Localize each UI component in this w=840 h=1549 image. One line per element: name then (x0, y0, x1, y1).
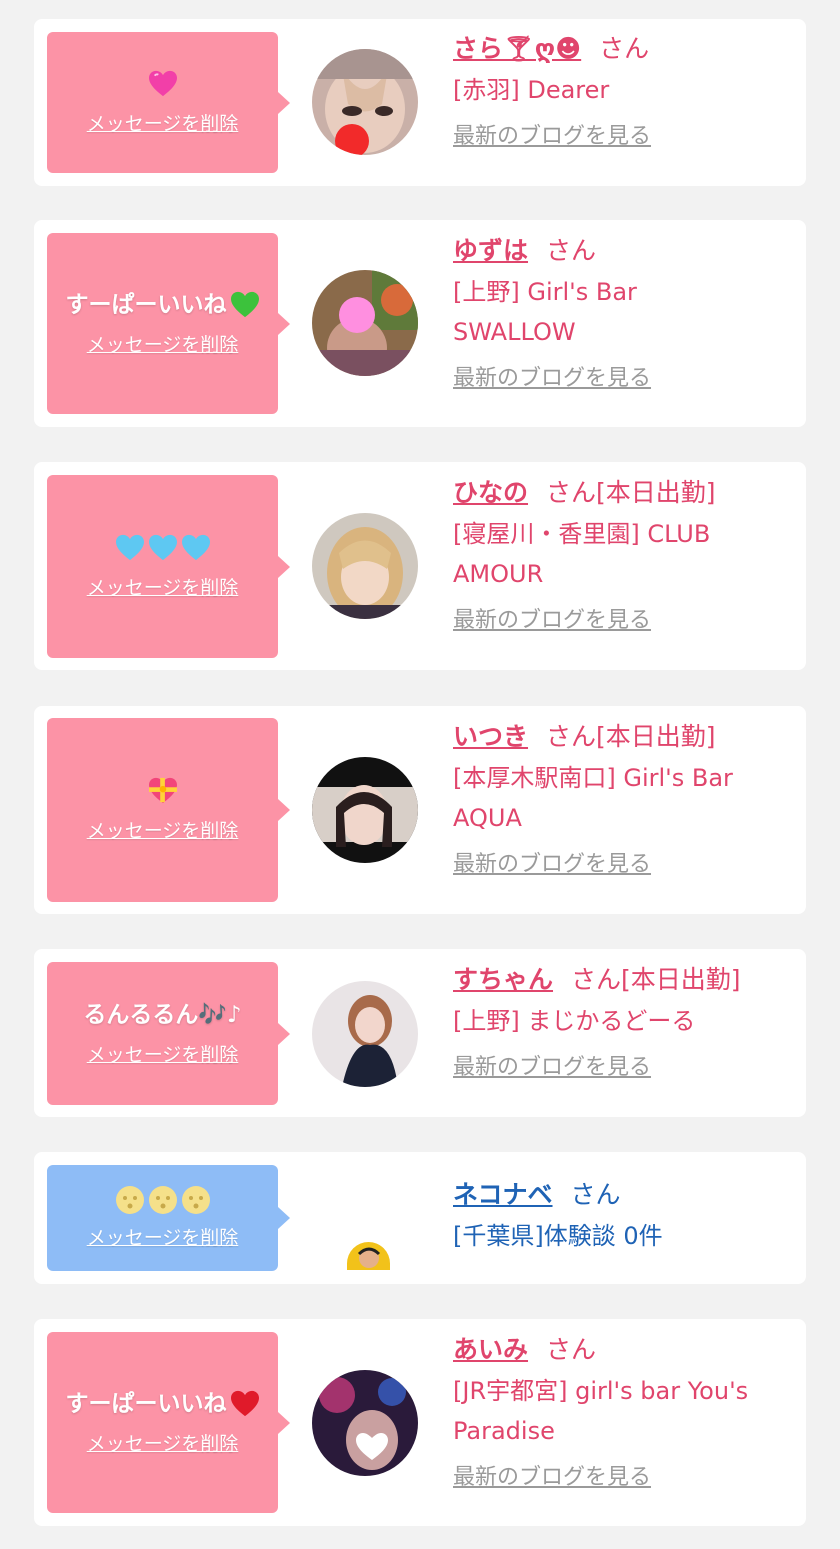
message-card: メッセージを削除 いつき さん[本日出勤] [本厚木駅南口] Girl's Bar… (34, 706, 806, 914)
avatar[interactable] (347, 1242, 390, 1270)
attendance-status: [本日出勤] (596, 722, 716, 751)
user-name-link[interactable]: さら🍸︎ღ☻ (453, 34, 581, 63)
pink-heart-icon (148, 69, 178, 99)
message-row: すーぱーいいね (66, 290, 260, 320)
delete-message-link[interactable]: メッセージを削除 (87, 575, 239, 601)
shop-line: AMOUR (453, 560, 544, 588)
shop-info: [寝屋川・香里園] CLUB AMOUR (453, 514, 793, 594)
user-info: さら🍸︎ღ☻ さん [赤羽] Dearer 最新のブログを見る (453, 32, 793, 152)
avatar[interactable] (312, 270, 418, 376)
green-heart-icon (230, 291, 259, 317)
user-name-link[interactable]: いつき (453, 722, 528, 751)
avatar[interactable] (312, 49, 418, 155)
latest-blog-link[interactable]: 最新のブログを見る (453, 122, 651, 152)
message-text: すーぱーいいね (65, 291, 227, 318)
user-name-link[interactable]: すちゃん (453, 965, 553, 994)
message-card: メッセージを削除 ネコナベ さん [千葉県]体験談 0件 (34, 1152, 806, 1284)
latest-blog-link[interactable]: 最新のブログを見る (453, 1463, 651, 1493)
moon-face-icon (115, 1185, 211, 1215)
shop-line: Paradise (453, 1417, 555, 1445)
user-info: すちゃん さん[本日出勤] [上野] まじかるどーる 最新のブログを見る (453, 963, 793, 1083)
user-info: ひなの さん[本日出勤] [寝屋川・香里園] CLUB AMOUR 最新のブログを見… (453, 476, 793, 636)
message-bubble: るんるるん🎶♪ メッセージを削除 (47, 962, 290, 1105)
latest-blog-link[interactable]: 最新のブログを見る (453, 850, 651, 880)
delete-message-link[interactable]: メッセージを削除 (87, 1431, 239, 1457)
shop-info: [上野] Girl's Bar SWALLOW (453, 272, 793, 352)
honorific: さん (546, 1335, 597, 1364)
message-card: すーぱーいいね メッセージを削除 ゆずは さん [上野] Girl's Bar SW… (34, 220, 806, 427)
user-name-link[interactable]: ひなの (453, 478, 528, 507)
delete-message-link[interactable]: メッセージを削除 (87, 1225, 239, 1251)
honorific: さん (570, 1180, 621, 1209)
user-info: ネコナベ さん [千葉県]体験談 0件 (453, 1178, 793, 1256)
message-text: るんるるん🎶♪ (83, 1001, 242, 1028)
shop-info: [本厚木駅南口] Girl's Bar AQUA (453, 758, 793, 838)
message-card: るんるるん🎶♪ メッセージを削除 すちゃん さん[本日出勤] [上野] まじかるど… (34, 949, 806, 1117)
message-bubble: すーぱーいいね メッセージを削除 (47, 1332, 290, 1513)
user-info: あいみ さん [JR宇都宮] girl's bar You's Paradise 最… (453, 1333, 793, 1493)
user-name-link[interactable]: ネコナベ (453, 1180, 553, 1209)
delete-message-link[interactable]: メッセージを削除 (87, 111, 239, 137)
attendance-status: [本日出勤] (596, 478, 716, 507)
latest-blog-link[interactable]: 最新のブログを見る (453, 364, 651, 394)
honorific: さん (546, 236, 597, 265)
message-bubble: メッセージを削除 (47, 1165, 290, 1271)
latest-blog-link[interactable]: 最新のブログを見る (453, 1053, 651, 1083)
shop-line: SWALLOW (453, 318, 576, 346)
honorific: さん (546, 722, 597, 751)
avatar[interactable] (312, 757, 418, 863)
experience-info: [千葉県]体験談 0件 (453, 1222, 663, 1250)
heart-with-ribbon-icon (148, 776, 178, 806)
shop-line: [寝屋川・香里園] CLUB (453, 520, 711, 548)
attendance-status: [本日出勤] (621, 965, 741, 994)
user-name-link[interactable]: ゆずは (453, 236, 528, 265)
honorific: さん (546, 478, 597, 507)
avatar[interactable] (312, 981, 418, 1087)
message-bubble: すーぱーいいね メッセージを削除 (47, 233, 290, 414)
message-bubble: メッセージを削除 (47, 32, 290, 173)
shop-info: [上野] まじかるどーる (453, 1007, 696, 1035)
message-list: メッセージを削除 さら🍸︎ღ☻ さん [赤羽] Dearer 最新のブログを見る … (0, 0, 840, 1549)
message-bubble: メッセージを削除 (47, 475, 290, 658)
honorific: さん (599, 34, 650, 63)
delete-message-link[interactable]: メッセージを削除 (87, 818, 239, 844)
avatar[interactable] (312, 1370, 418, 1476)
delete-message-link[interactable]: メッセージを削除 (87, 332, 239, 358)
avatar[interactable] (312, 513, 418, 619)
user-info: いつき さん[本日出勤] [本厚木駅南口] Girl's Bar AQUA 最新のブ… (453, 720, 793, 880)
message-card: メッセージを削除 さら🍸︎ღ☻ さん [赤羽] Dearer 最新のブログを見る (34, 19, 806, 186)
user-name-link[interactable]: あいみ (453, 1335, 528, 1364)
light-blue-hearts-icon (115, 533, 211, 563)
message-row: すーぱーいいね (66, 1389, 260, 1419)
shop-line: [本厚木駅南口] Girl's Bar (453, 764, 733, 792)
shop-info: [赤羽] Dearer (453, 76, 610, 104)
latest-blog-link[interactable]: 最新のブログを見る (453, 606, 651, 636)
message-bubble: メッセージを削除 (47, 718, 290, 902)
user-info: ゆずは さん [上野] Girl's Bar SWALLOW 最新のブログを見る (453, 234, 793, 394)
delete-message-link[interactable]: メッセージを削除 (87, 1042, 239, 1068)
red-heart-icon (230, 1390, 259, 1416)
honorific: さん (571, 965, 622, 994)
message-text: すーぱーいいね (65, 1390, 227, 1417)
message-card: すーぱーいいね メッセージを削除 あいみ さん [JR宇都宮] girl's ba… (34, 1319, 806, 1526)
shop-line: [JR宇都宮] girl's bar You's (453, 1377, 749, 1405)
shop-info: [JR宇都宮] girl's bar You's Paradise (453, 1371, 793, 1451)
shop-line: [上野] Girl's Bar (453, 278, 637, 306)
message-card: メッセージを削除 ひなの さん[本日出勤] [寝屋川・香里園] CLUB AMOUR… (34, 462, 806, 670)
shop-line: AQUA (453, 804, 522, 832)
